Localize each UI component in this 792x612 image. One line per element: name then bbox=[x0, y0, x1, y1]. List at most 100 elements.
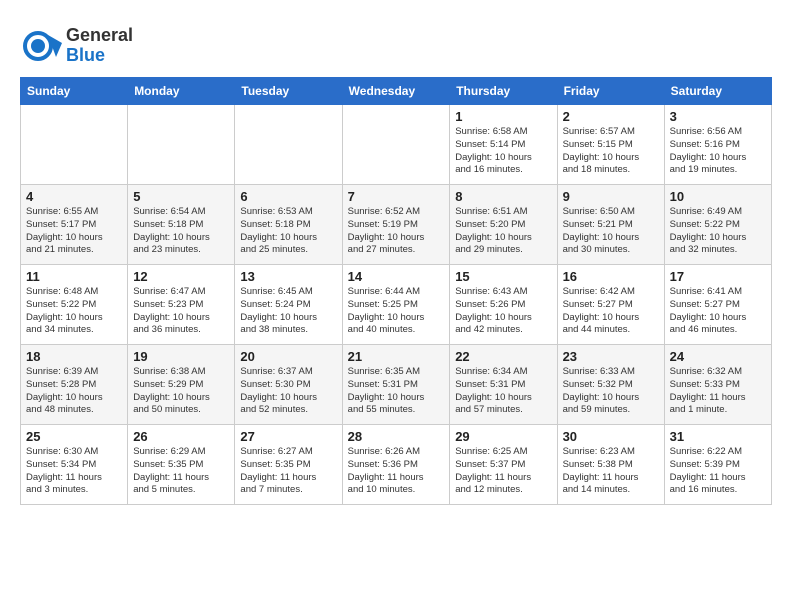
day-cell bbox=[235, 105, 342, 185]
day-info: Sunrise: 6:55 AM Sunset: 5:17 PM Dayligh… bbox=[26, 206, 122, 257]
day-info: Sunrise: 6:23 AM Sunset: 5:38 PM Dayligh… bbox=[563, 446, 659, 497]
day-cell: 18Sunrise: 6:39 AM Sunset: 5:28 PM Dayli… bbox=[21, 345, 128, 425]
day-number: 15 bbox=[455, 269, 551, 284]
day-info: Sunrise: 6:50 AM Sunset: 5:21 PM Dayligh… bbox=[563, 206, 659, 257]
day-number: 9 bbox=[563, 189, 659, 204]
day-cell: 30 Sunrise: 6:23 AM Sunset: 5:38 PM Dayli… bbox=[557, 425, 664, 505]
day-cell: 12 Sunrise: 6:47 AM Sunset: 5:23 PM Dayli… bbox=[128, 265, 235, 345]
day-number: 31 bbox=[670, 429, 766, 444]
week-row-1: 1Sunrise: 6:58 AM Sunset: 5:14 PM Daylig… bbox=[21, 105, 772, 185]
day-cell: 14 Sunrise: 6:44 AM Sunset: 5:25 PM Dayli… bbox=[342, 265, 450, 345]
week-row-5: 25 Sunrise: 6:30 AM Sunset: 5:34 PM Dayli… bbox=[21, 425, 772, 505]
day-number: 4 bbox=[26, 189, 122, 204]
day-cell: 10 Sunrise: 6:49 AM Sunset: 5:22 PM Dayli… bbox=[664, 185, 771, 265]
day-cell: 19 Sunrise: 6:38 AM Sunset: 5:29 PM Dayli… bbox=[128, 345, 235, 425]
day-cell: 28 Sunrise: 6:26 AM Sunset: 5:36 PM Dayli… bbox=[342, 425, 450, 505]
day-info: Sunrise: 6:52 AM Sunset: 5:19 PM Dayligh… bbox=[348, 206, 445, 257]
day-number: 13 bbox=[240, 269, 336, 284]
day-info: Sunrise: 6:35 AM Sunset: 5:31 PM Dayligh… bbox=[348, 366, 445, 417]
calendar-header: SundayMondayTuesdayWednesdayThursdayFrid… bbox=[21, 78, 772, 105]
day-number: 30 bbox=[563, 429, 659, 444]
logo-text-line2: Blue bbox=[66, 46, 133, 66]
week-row-4: 18Sunrise: 6:39 AM Sunset: 5:28 PM Dayli… bbox=[21, 345, 772, 425]
day-info: Sunrise: 6:41 AM Sunset: 5:27 PM Dayligh… bbox=[670, 286, 766, 337]
header: General Blue bbox=[20, 20, 772, 67]
header-cell-monday: Monday bbox=[128, 78, 235, 105]
week-row-2: 4 Sunrise: 6:55 AM Sunset: 5:17 PM Daylig… bbox=[21, 185, 772, 265]
logo-icon bbox=[20, 25, 62, 67]
day-number: 10 bbox=[670, 189, 766, 204]
day-info: Sunrise: 6:29 AM Sunset: 5:35 PM Dayligh… bbox=[133, 446, 229, 497]
day-info: Sunrise: 6:45 AM Sunset: 5:24 PM Dayligh… bbox=[240, 286, 336, 337]
day-info: Sunrise: 6:22 AM Sunset: 5:39 PM Dayligh… bbox=[670, 446, 766, 497]
day-cell: 24 Sunrise: 6:32 AM Sunset: 5:33 PM Dayli… bbox=[664, 345, 771, 425]
day-info: Sunrise: 6:53 AM Sunset: 5:18 PM Dayligh… bbox=[240, 206, 336, 257]
calendar-table: SundayMondayTuesdayWednesdayThursdayFrid… bbox=[20, 77, 772, 505]
day-number: 27 bbox=[240, 429, 336, 444]
day-info: Sunrise: 6:54 AM Sunset: 5:18 PM Dayligh… bbox=[133, 206, 229, 257]
header-cell-saturday: Saturday bbox=[664, 78, 771, 105]
day-info: Sunrise: 6:30 AM Sunset: 5:34 PM Dayligh… bbox=[26, 446, 122, 497]
day-info: Sunrise: 6:56 AM Sunset: 5:16 PM Dayligh… bbox=[670, 126, 766, 177]
day-number: 6 bbox=[240, 189, 336, 204]
day-cell: 4 Sunrise: 6:55 AM Sunset: 5:17 PM Daylig… bbox=[21, 185, 128, 265]
day-cell bbox=[342, 105, 450, 185]
header-cell-tuesday: Tuesday bbox=[235, 78, 342, 105]
header-cell-sunday: Sunday bbox=[21, 78, 128, 105]
day-cell: 23 Sunrise: 6:33 AM Sunset: 5:32 PM Dayli… bbox=[557, 345, 664, 425]
day-cell bbox=[128, 105, 235, 185]
day-info: Sunrise: 6:47 AM Sunset: 5:23 PM Dayligh… bbox=[133, 286, 229, 337]
day-info: Sunrise: 6:42 AM Sunset: 5:27 PM Dayligh… bbox=[563, 286, 659, 337]
day-number: 14 bbox=[348, 269, 445, 284]
day-cell: 3 Sunrise: 6:56 AM Sunset: 5:16 PM Daylig… bbox=[664, 105, 771, 185]
day-cell: 16 Sunrise: 6:42 AM Sunset: 5:27 PM Dayli… bbox=[557, 265, 664, 345]
day-cell: 22Sunrise: 6:34 AM Sunset: 5:31 PM Dayli… bbox=[450, 345, 557, 425]
day-info: Sunrise: 6:49 AM Sunset: 5:22 PM Dayligh… bbox=[670, 206, 766, 257]
day-number: 21 bbox=[348, 349, 445, 364]
day-info: Sunrise: 6:33 AM Sunset: 5:32 PM Dayligh… bbox=[563, 366, 659, 417]
day-number: 11 bbox=[26, 269, 122, 284]
day-info: Sunrise: 6:38 AM Sunset: 5:29 PM Dayligh… bbox=[133, 366, 229, 417]
day-number: 2 bbox=[563, 109, 659, 124]
logo-text-line1: General bbox=[66, 26, 133, 46]
day-number: 12 bbox=[133, 269, 229, 284]
day-cell: 21 Sunrise: 6:35 AM Sunset: 5:31 PM Dayli… bbox=[342, 345, 450, 425]
day-info: Sunrise: 6:48 AM Sunset: 5:22 PM Dayligh… bbox=[26, 286, 122, 337]
day-cell: 27Sunrise: 6:27 AM Sunset: 5:35 PM Dayli… bbox=[235, 425, 342, 505]
day-cell: 5Sunrise: 6:54 AM Sunset: 5:18 PM Daylig… bbox=[128, 185, 235, 265]
day-info: Sunrise: 6:37 AM Sunset: 5:30 PM Dayligh… bbox=[240, 366, 336, 417]
day-number: 23 bbox=[563, 349, 659, 364]
day-cell: 11 Sunrise: 6:48 AM Sunset: 5:22 PM Dayli… bbox=[21, 265, 128, 345]
day-cell: 2 Sunrise: 6:57 AM Sunset: 5:15 PM Daylig… bbox=[557, 105, 664, 185]
day-number: 28 bbox=[348, 429, 445, 444]
day-cell: 20 Sunrise: 6:37 AM Sunset: 5:30 PM Dayli… bbox=[235, 345, 342, 425]
day-cell: 9 Sunrise: 6:50 AM Sunset: 5:21 PM Daylig… bbox=[557, 185, 664, 265]
day-info: Sunrise: 6:26 AM Sunset: 5:36 PM Dayligh… bbox=[348, 446, 445, 497]
day-number: 17 bbox=[670, 269, 766, 284]
day-number: 24 bbox=[670, 349, 766, 364]
day-cell: 26 Sunrise: 6:29 AM Sunset: 5:35 PM Dayli… bbox=[128, 425, 235, 505]
day-number: 3 bbox=[670, 109, 766, 124]
day-cell: 29Sunrise: 6:25 AM Sunset: 5:37 PM Dayli… bbox=[450, 425, 557, 505]
day-number: 20 bbox=[240, 349, 336, 364]
day-number: 1 bbox=[455, 109, 551, 124]
day-info: Sunrise: 6:32 AM Sunset: 5:33 PM Dayligh… bbox=[670, 366, 766, 417]
day-info: Sunrise: 6:57 AM Sunset: 5:15 PM Dayligh… bbox=[563, 126, 659, 177]
day-cell: 13 Sunrise: 6:45 AM Sunset: 5:24 PM Dayli… bbox=[235, 265, 342, 345]
header-cell-friday: Friday bbox=[557, 78, 664, 105]
calendar-body: 1Sunrise: 6:58 AM Sunset: 5:14 PM Daylig… bbox=[21, 105, 772, 505]
day-number: 26 bbox=[133, 429, 229, 444]
day-info: Sunrise: 6:44 AM Sunset: 5:25 PM Dayligh… bbox=[348, 286, 445, 337]
day-number: 16 bbox=[563, 269, 659, 284]
day-number: 25 bbox=[26, 429, 122, 444]
day-info: Sunrise: 6:51 AM Sunset: 5:20 PM Dayligh… bbox=[455, 206, 551, 257]
day-number: 19 bbox=[133, 349, 229, 364]
day-number: 22 bbox=[455, 349, 551, 364]
day-cell: 31 Sunrise: 6:22 AM Sunset: 5:39 PM Dayli… bbox=[664, 425, 771, 505]
header-cell-wednesday: Wednesday bbox=[342, 78, 450, 105]
header-cell-thursday: Thursday bbox=[450, 78, 557, 105]
day-cell: 25 Sunrise: 6:30 AM Sunset: 5:34 PM Dayli… bbox=[21, 425, 128, 505]
day-info: Sunrise: 6:25 AM Sunset: 5:37 PM Dayligh… bbox=[455, 446, 551, 497]
day-cell: 1Sunrise: 6:58 AM Sunset: 5:14 PM Daylig… bbox=[450, 105, 557, 185]
day-cell: 6 Sunrise: 6:53 AM Sunset: 5:18 PM Daylig… bbox=[235, 185, 342, 265]
